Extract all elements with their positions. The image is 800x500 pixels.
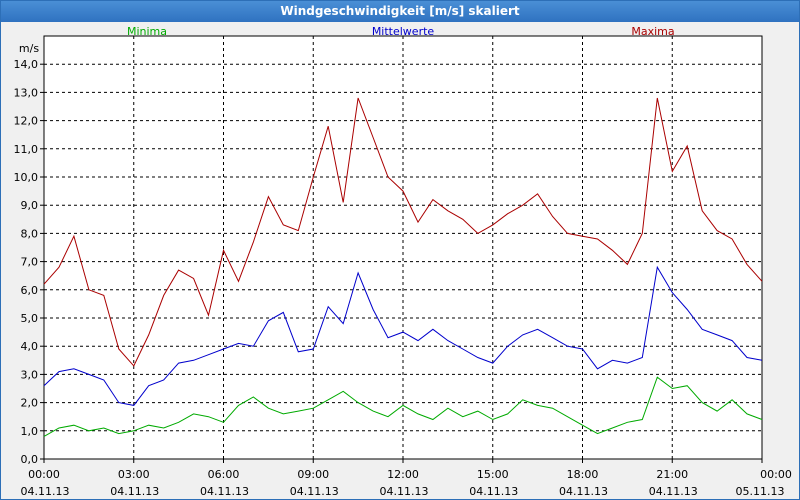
x-tick-date: 04.11.13: [21, 485, 70, 498]
y-tick-label: 10,0: [14, 171, 39, 184]
legend-entry: Maxima: [631, 25, 674, 38]
x-tick-date: 04.11.13: [469, 485, 518, 498]
x-tick-date: 04.11.13: [649, 485, 698, 498]
x-tick-time: 12:00: [387, 468, 419, 481]
y-tick-label: 13,0: [14, 86, 39, 99]
y-tick-label: 4,0: [21, 340, 39, 353]
x-tick-time: 00:00: [28, 468, 60, 481]
y-tick-label: 12,0: [14, 115, 39, 128]
y-tick-label: 8,0: [21, 227, 39, 240]
legend-entry: Mittelwerte: [372, 25, 435, 38]
y-tick-label: 5,0: [21, 312, 39, 325]
x-tick-time: 03:00: [118, 468, 150, 481]
y-tick-label: 6,0: [21, 284, 39, 297]
x-tick-date: 05.11.13: [736, 485, 785, 498]
y-tick-label: 9,0: [21, 199, 39, 212]
x-tick-time: 09:00: [297, 468, 329, 481]
x-tick-date: 04.11.13: [380, 485, 429, 498]
y-tick-label: 2,0: [21, 397, 39, 410]
y-tick-label: 3,0: [21, 368, 39, 381]
y-axis-ticks: 0,0 1,0 2,0 3,0 4,0 5,0 6,0 7,0 8,0 9,0 10,0 11,0 12…: [14, 58, 44, 466]
x-tick-date: 04.11.13: [290, 485, 339, 498]
x-tick-time: 00:00: [760, 468, 792, 481]
x-tick-time: 06:00: [208, 468, 240, 481]
x-tick-time: 18:00: [567, 468, 599, 481]
wind-speed-chart: 0,0 1,0 2,0 3,0 4,0 5,0 6,0 7,0 8,0 9,0 10,0 11,0 12…: [14, 25, 792, 498]
x-tick-time: 15:00: [477, 468, 509, 481]
y-axis-label: m/s: [19, 42, 39, 55]
chart-window: Windgeschwindigkeit [m/s] skaliert 0,0 1,…: [0, 0, 800, 500]
x-axis-ticks: 00:00 04.11.13 03:00 04.11.13 06:00 04.11.13 0…: [21, 459, 792, 498]
y-tick-label: 0,0: [21, 453, 39, 466]
y-tick-label: 14,0: [14, 58, 39, 71]
x-tick-date: 04.11.13: [110, 485, 159, 498]
y-tick-label: 11,0: [14, 143, 39, 156]
window-title: Windgeschwindigkeit [m/s] skaliert: [1, 1, 799, 22]
y-tick-label: 1,0: [21, 425, 39, 438]
x-tick-date: 04.11.13: [559, 485, 608, 498]
x-tick-date: 04.11.13: [200, 485, 249, 498]
y-tick-label: 7,0: [21, 256, 39, 269]
x-tick-time: 21:00: [656, 468, 688, 481]
legend-entry: Minima: [127, 25, 167, 38]
